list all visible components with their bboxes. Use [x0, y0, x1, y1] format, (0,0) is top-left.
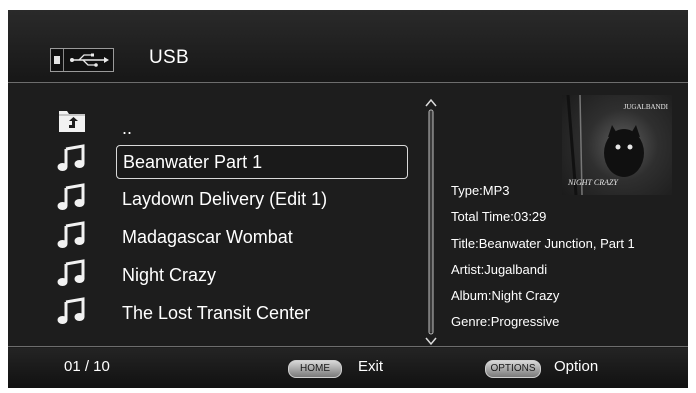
list-item-madagascar-wombat[interactable]: Madagascar Wombat	[116, 220, 408, 254]
album-art-bottom-text: NIGHT CRAZY	[568, 178, 618, 187]
list-item-laydown-delivery[interactable]: Laydown Delivery (Edit 1)	[116, 182, 408, 216]
list-item-parent[interactable]: ..	[116, 111, 408, 145]
list-item-lost-transit-center[interactable]: The Lost Transit Center	[116, 296, 408, 330]
header-title: USB	[149, 47, 189, 68]
info-type: Type:MP3	[451, 183, 510, 198]
header-divider	[8, 82, 688, 83]
page-counter: 01 / 10	[64, 358, 110, 375]
info-title: Title:Beanwater Junction, Part 1	[451, 236, 635, 251]
options-action-label: Option	[554, 358, 599, 375]
scroll-down-icon	[425, 337, 437, 346]
music-note-icon	[57, 297, 85, 324]
list-item-night-crazy[interactable]: Night Crazy	[116, 258, 408, 292]
home-button[interactable]: HOME	[288, 360, 342, 378]
options-button[interactable]: OPTIONS	[485, 360, 541, 378]
parent-folder-icon[interactable]	[56, 105, 88, 135]
album-art-top-text: JUGALBANDI	[623, 103, 668, 111]
album-art: JUGALBANDI NIGHT CRAZY	[562, 95, 672, 195]
music-note-icon	[57, 144, 85, 171]
music-note-icon	[57, 259, 85, 286]
usb-icon	[50, 48, 114, 72]
home-action-label: Exit	[358, 358, 384, 375]
music-note-icon	[57, 221, 85, 248]
info-album: Album:Night Crazy	[451, 288, 560, 303]
info-total-time: Total Time:03:29	[451, 209, 547, 224]
list-item-beanwater-part-1[interactable]: Beanwater Part 1	[116, 145, 408, 179]
scroll-up-icon	[425, 98, 437, 107]
usb-browser-screen: USB .. Beanwater Part 1 Laydown Delivery…	[8, 10, 688, 388]
header-bar: USB	[8, 10, 688, 82]
info-artist: Artist:Jugalbandi	[451, 262, 548, 277]
list-scrollbar[interactable]	[424, 98, 438, 346]
music-note-icon	[57, 183, 85, 210]
info-genre: Genre:Progressive	[451, 314, 560, 329]
footer-divider	[8, 346, 688, 347]
